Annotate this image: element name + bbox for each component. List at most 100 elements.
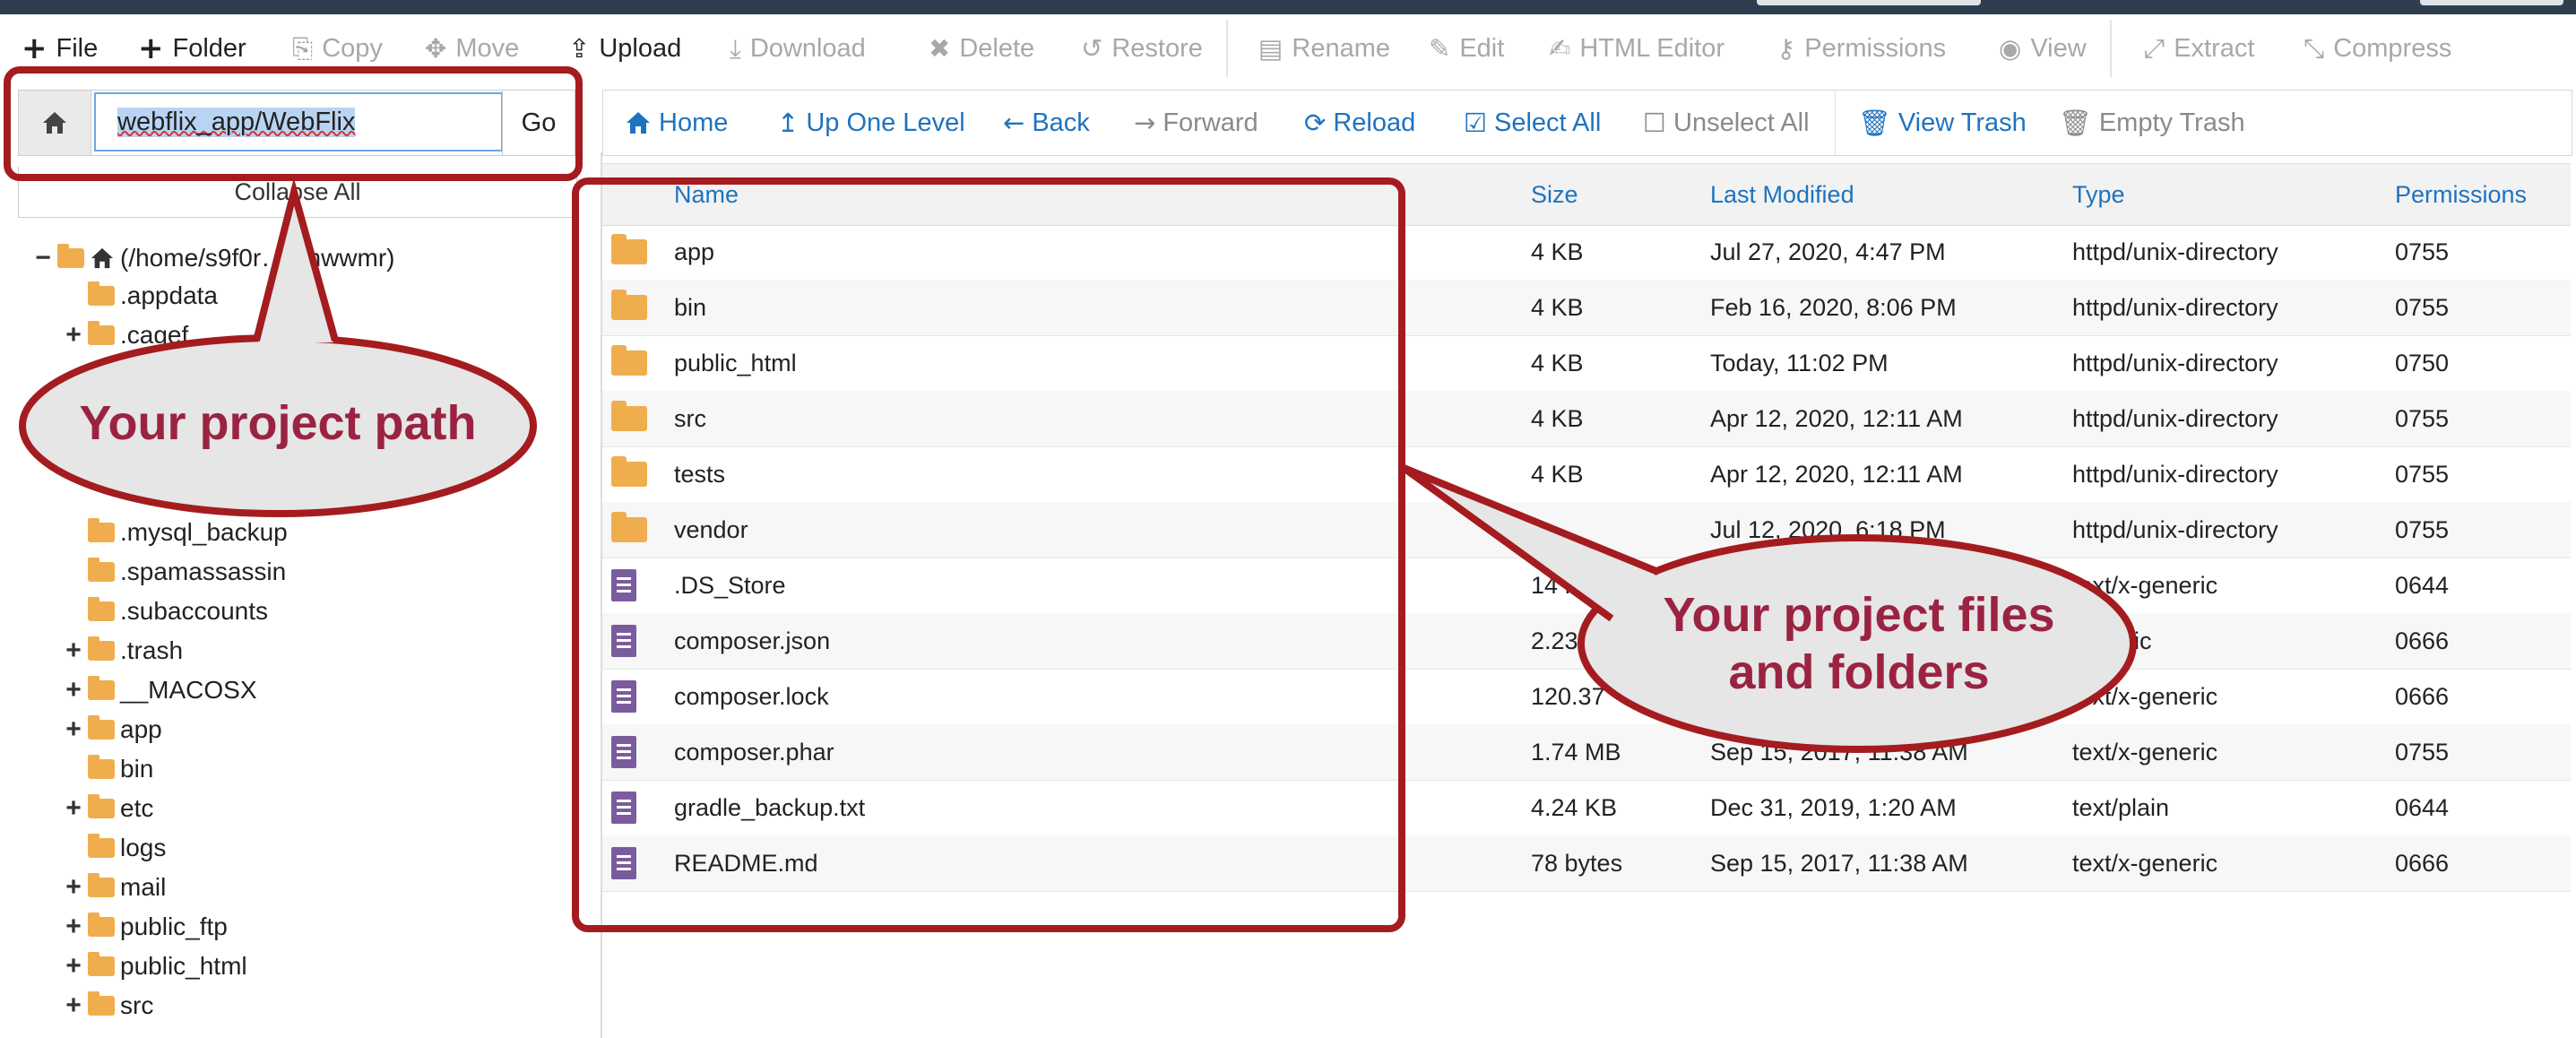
- delete-button[interactable]: ✖ Delete: [929, 20, 1034, 77]
- new-file-button[interactable]: + File: [22, 20, 98, 77]
- view-trash-button[interactable]: 🗑 View Trash: [1858, 91, 2027, 155]
- tree-item[interactable]: + mail: [63, 869, 166, 905]
- permissions-cell: 0666: [2395, 627, 2450, 654]
- type-column-header[interactable]: Type: [2072, 164, 2125, 225]
- extract-button[interactable]: ⤢ Extract: [2144, 20, 2254, 77]
- collapse-toggle-icon[interactable]: −: [32, 243, 54, 273]
- permissions-column-header[interactable]: Permissions: [2395, 164, 2527, 225]
- tree-item[interactable]: .subaccounts: [63, 593, 268, 629]
- tree-item[interactable]: + public_ftp: [63, 909, 228, 945]
- tree-item[interactable]: + public_html: [63, 948, 246, 984]
- file-name-cell[interactable]: .DS_Store: [674, 558, 786, 613]
- tree-item[interactable]: + __MACOSX: [63, 672, 256, 708]
- table-row[interactable]: composer.lock 120.37 text/x-generic 0666: [602, 669, 2571, 725]
- permissions-button[interactable]: ⚷ Permissions: [1776, 20, 1946, 77]
- tree-item[interactable]: + app: [63, 712, 161, 748]
- restore-button[interactable]: ↺ Restore: [1081, 20, 1203, 77]
- file-size-cell: 4 KB: [1531, 238, 1584, 265]
- table-row[interactable]: README.md 78 bytes Sep 15, 2017, 11:38 AM t…: [602, 835, 2571, 892]
- html-editor-button[interactable]: ✍ HTML Editor: [1549, 20, 1725, 77]
- path-home-button[interactable]: [19, 91, 91, 155]
- file-name-cell[interactable]: app: [674, 224, 714, 280]
- file-name-cell[interactable]: vendor: [674, 502, 748, 558]
- empty-trash-button[interactable]: 🗑 Empty Trash: [2059, 91, 2245, 155]
- download-button[interactable]: ⤓ Download: [730, 20, 866, 77]
- file-name-cell[interactable]: src: [674, 391, 706, 446]
- back-button[interactable]: ← Back: [1003, 91, 1090, 155]
- reload-button[interactable]: ⟳ Reload: [1304, 91, 1415, 155]
- expand-toggle-icon[interactable]: +: [63, 872, 84, 903]
- table-header-row: Name Size Last Modified Type Permissions: [602, 163, 2571, 226]
- table-row[interactable]: public_html 4 KB Today, 11:02 PM httpd/unix…: [602, 335, 2571, 392]
- expand-toggle-icon[interactable]: +: [63, 793, 84, 824]
- last-modified-column-header[interactable]: Last Modified: [1710, 164, 1854, 225]
- view-button[interactable]: ◉ View: [1999, 20, 2087, 77]
- path-input[interactable]: webflix_app/WebFlix: [94, 92, 503, 151]
- tree-item-label: etc: [120, 794, 154, 822]
- new-folder-button[interactable]: + Folder: [138, 20, 246, 77]
- table-row[interactable]: bin 4 KB Feb 16, 2020, 8:06 PM httpd/unix-d…: [602, 280, 2571, 336]
- folder-icon: [611, 345, 647, 376]
- table-row[interactable]: .DS_Store 14 KB text/x-generic 0644: [602, 558, 2571, 614]
- tree-item[interactable]: + src: [63, 988, 153, 1024]
- last-modified-cell: Jul 12, 2020, 6:18 PM: [1710, 515, 1946, 543]
- table-row[interactable]: vendor 4 Jul 12, 2020, 6:18 PM httpd/unix-d…: [602, 502, 2571, 558]
- forward-button[interactable]: → Forward: [1134, 91, 1258, 155]
- table-row[interactable]: composer.json 2.23 generic 0666: [602, 613, 2571, 670]
- tree-item[interactable]: .appdata: [63, 278, 218, 314]
- file-type-cell: httpd/unix-directory: [2072, 460, 2278, 488]
- expand-toggle-icon[interactable]: +: [63, 675, 84, 705]
- name-column-header[interactable]: Name: [674, 164, 739, 225]
- nav-home-button[interactable]: Home: [625, 91, 728, 155]
- file-name-cell[interactable]: gradle_backup.txt: [674, 780, 865, 835]
- file-icon: ▤: [1258, 33, 1284, 64]
- tree-root[interactable]: − (/home/s9f0r…gmwwmr): [32, 240, 394, 276]
- tree-item[interactable]: + .trash: [63, 633, 183, 669]
- table-row[interactable]: app 4 KB Jul 27, 2020, 4:47 PM httpd/unix-d…: [602, 224, 2571, 281]
- file-name-cell[interactable]: bin: [674, 280, 706, 335]
- table-row[interactable]: gradle_backup.txt 4.24 KB Dec 31, 2019, 1:…: [602, 780, 2571, 836]
- file-size-cell: 4 KB: [1531, 293, 1584, 321]
- tree-item[interactable]: bin: [63, 751, 153, 787]
- expand-toggle-icon[interactable]: +: [63, 320, 84, 350]
- table-row[interactable]: tests 4 KB Apr 12, 2020, 12:11 AM httpd/uni…: [602, 446, 2571, 503]
- unselect-all-button[interactable]: ☐ Unselect All: [1643, 91, 1810, 155]
- folder-icon: [88, 873, 115, 897]
- row-icon-cell: [611, 280, 647, 335]
- folder-icon: [88, 636, 115, 661]
- tree-item[interactable]: + .cagef: [63, 317, 188, 353]
- tree-item[interactable]: + etc: [63, 791, 153, 826]
- file-name-cell[interactable]: README.md: [674, 835, 818, 891]
- compress-button[interactable]: ⤡ Compress: [2304, 20, 2451, 77]
- expand-toggle-icon[interactable]: +: [63, 636, 84, 666]
- expand-toggle-icon[interactable]: +: [63, 990, 84, 1021]
- file-name-cell[interactable]: composer.lock: [674, 669, 829, 724]
- last-modified-cell: Today, 11:02 PM: [1710, 349, 1889, 376]
- file-name-cell[interactable]: public_html: [674, 335, 797, 391]
- tree-item[interactable]: .spamassassin: [63, 554, 286, 590]
- upload-button[interactable]: ⇪ Upload: [568, 20, 681, 77]
- rename-button[interactable]: ▤ Rename: [1258, 20, 1390, 77]
- table-row[interactable]: src 4 KB Apr 12, 2020, 12:11 AM httpd/unix-…: [602, 391, 2571, 447]
- up-one-level-button[interactable]: ↥ Up One Level: [777, 91, 965, 155]
- go-button[interactable]: Go: [502, 91, 575, 155]
- file-name-cell[interactable]: composer.phar: [674, 724, 834, 780]
- expand-toggle-icon[interactable]: +: [63, 714, 84, 745]
- copy-button[interactable]: ⎘ Copy: [292, 20, 383, 77]
- tree-item[interactable]: .mysql_backup: [63, 515, 288, 550]
- checkbox-checked-icon: ☑: [1464, 108, 1487, 138]
- file-name-cell[interactable]: tests: [674, 446, 725, 502]
- arrow-left-icon: ←: [1003, 108, 1025, 138]
- file-size-cell: 120.37: [1531, 682, 1605, 710]
- table-row[interactable]: composer.phar 1.74 MB Sep 15, 2017, 11:38 …: [602, 724, 2571, 781]
- collapse-all-button[interactable]: Collapse All: [18, 167, 577, 218]
- tree-item[interactable]: logs: [63, 830, 166, 866]
- expand-toggle-icon[interactable]: +: [63, 951, 84, 982]
- select-all-button[interactable]: ☑ Select All: [1464, 91, 1601, 155]
- file-name-cell[interactable]: composer.json: [674, 613, 830, 669]
- edit-button[interactable]: ✎ Edit: [1429, 20, 1504, 77]
- top-strip: [0, 0, 2576, 14]
- move-button[interactable]: ✥ Move: [425, 20, 519, 77]
- size-column-header[interactable]: Size: [1531, 164, 1578, 225]
- expand-toggle-icon[interactable]: +: [63, 912, 84, 942]
